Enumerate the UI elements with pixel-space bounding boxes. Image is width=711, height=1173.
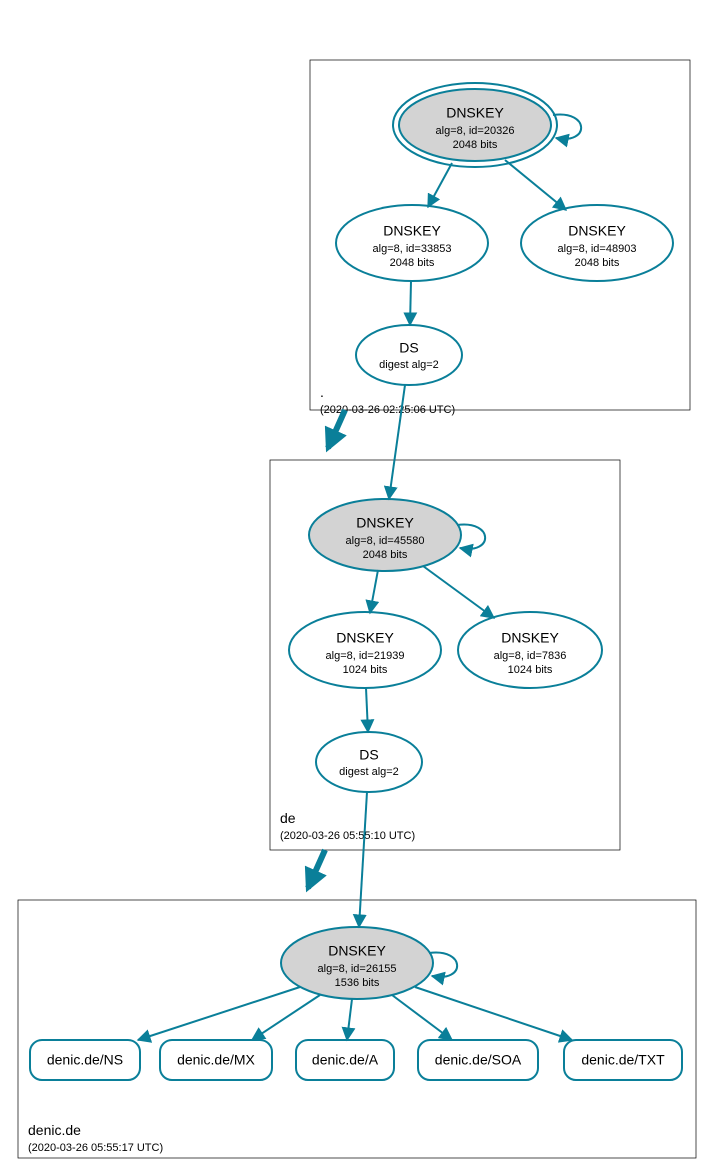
zone-de-name: de [280,810,296,826]
svg-text:DNSKEY: DNSKEY [336,630,394,646]
edge-denic-txt [415,987,572,1040]
svg-text:alg=8, id=26155: alg=8, id=26155 [318,963,397,975]
svg-text:denic.de/TXT: denic.de/TXT [581,1052,665,1068]
root-ksk: DNSKEY alg=8, id=20326 2048 bits [393,83,557,167]
edge-denic-a [347,999,352,1040]
edge-zone-de-to-denic [308,850,325,888]
edge-de-zsk-ds [366,688,368,732]
root-key3: DNSKEY alg=8, id=48903 2048 bits [521,205,673,281]
de-zsk: DNSKEY alg=8, id=21939 1024 bits [289,612,441,688]
svg-text:DNSKEY: DNSKEY [501,630,559,646]
svg-text:denic.de/MX: denic.de/MX [177,1052,255,1068]
svg-text:1536 bits: 1536 bits [335,977,380,989]
svg-text:digest alg=2: digest alg=2 [379,359,439,371]
root-zsk: DNSKEY alg=8, id=33853 2048 bits [336,205,488,281]
zone-denic-timestamp: (2020-03-26 05:55:17 UTC) [28,1142,163,1154]
svg-text:DNSKEY: DNSKEY [383,223,441,239]
svg-text:alg=8, id=33853: alg=8, id=33853 [373,243,452,255]
edge-denic-ns [138,987,300,1040]
svg-text:denic.de/A: denic.de/A [312,1052,379,1068]
denic-rr-soa: denic.de/SOA [418,1040,538,1080]
de-ds: DS digest alg=2 [316,732,422,792]
edge-de-ksk-k3 [423,566,494,618]
edge-de-ksk-zsk [370,570,378,613]
denic-rr-txt: denic.de/TXT [564,1040,682,1080]
svg-text:denic.de/NS: denic.de/NS [47,1052,123,1068]
svg-text:1024 bits: 1024 bits [508,664,553,676]
edge-denic-mx [252,995,320,1040]
dnssec-diagram: . (2020-03-26 02:25:06 UTC) DNSKEY alg=8… [0,0,711,1173]
edge-root-zsk-ds [410,281,411,325]
svg-text:DNSKEY: DNSKEY [356,515,414,531]
svg-text:DS: DS [359,747,378,763]
svg-text:2048 bits: 2048 bits [363,549,408,561]
svg-text:digest alg=2: digest alg=2 [339,766,399,778]
svg-text:alg=8, id=21939: alg=8, id=21939 [326,650,405,662]
denic-rr-ns: denic.de/NS [30,1040,140,1080]
svg-text:1024 bits: 1024 bits [343,664,388,676]
zone-root-name: . [320,384,324,400]
zone-de: de (2020-03-26 05:55:10 UTC) DNSKEY alg=… [270,385,620,850]
svg-text:alg=8, id=45580: alg=8, id=45580 [346,535,425,547]
svg-text:2048 bits: 2048 bits [390,257,435,269]
edge-root-ksk-k3 [505,160,566,210]
edge-root-ksk-zsk [428,163,452,207]
root-ds: DS digest alg=2 [356,325,462,385]
edge-de-ds-denic-ksk [359,792,367,927]
edge-denic-soa [392,995,452,1040]
svg-text:DS: DS [399,340,418,356]
denic-rr-a: denic.de/A [296,1040,394,1080]
svg-text:denic.de/SOA: denic.de/SOA [435,1052,522,1068]
edge-root-ds-de-ksk [389,385,405,499]
zone-denic: denic.de (2020-03-26 05:55:17 UTC) DNSKE… [18,792,696,1158]
denic-ksk: DNSKEY alg=8, id=26155 1536 bits [281,927,433,999]
de-ksk: DNSKEY alg=8, id=45580 2048 bits [309,499,461,571]
denic-rr-mx: denic.de/MX [160,1040,272,1080]
svg-text:DNSKEY: DNSKEY [328,943,386,959]
svg-text:alg=8, id=48903: alg=8, id=48903 [558,243,637,255]
svg-text:2048 bits: 2048 bits [575,257,620,269]
svg-text:DNSKEY: DNSKEY [446,105,504,121]
zone-de-timestamp: (2020-03-26 05:55:10 UTC) [280,830,415,842]
svg-text:alg=8, id=7836: alg=8, id=7836 [494,650,567,662]
svg-text:alg=8, id=20326: alg=8, id=20326 [436,125,515,137]
zone-root: . (2020-03-26 02:25:06 UTC) DNSKEY alg=8… [310,60,690,416]
svg-text:DNSKEY: DNSKEY [568,223,626,239]
zone-denic-name: denic.de [28,1122,81,1138]
de-key3: DNSKEY alg=8, id=7836 1024 bits [458,612,602,688]
svg-text:2048 bits: 2048 bits [453,139,498,151]
